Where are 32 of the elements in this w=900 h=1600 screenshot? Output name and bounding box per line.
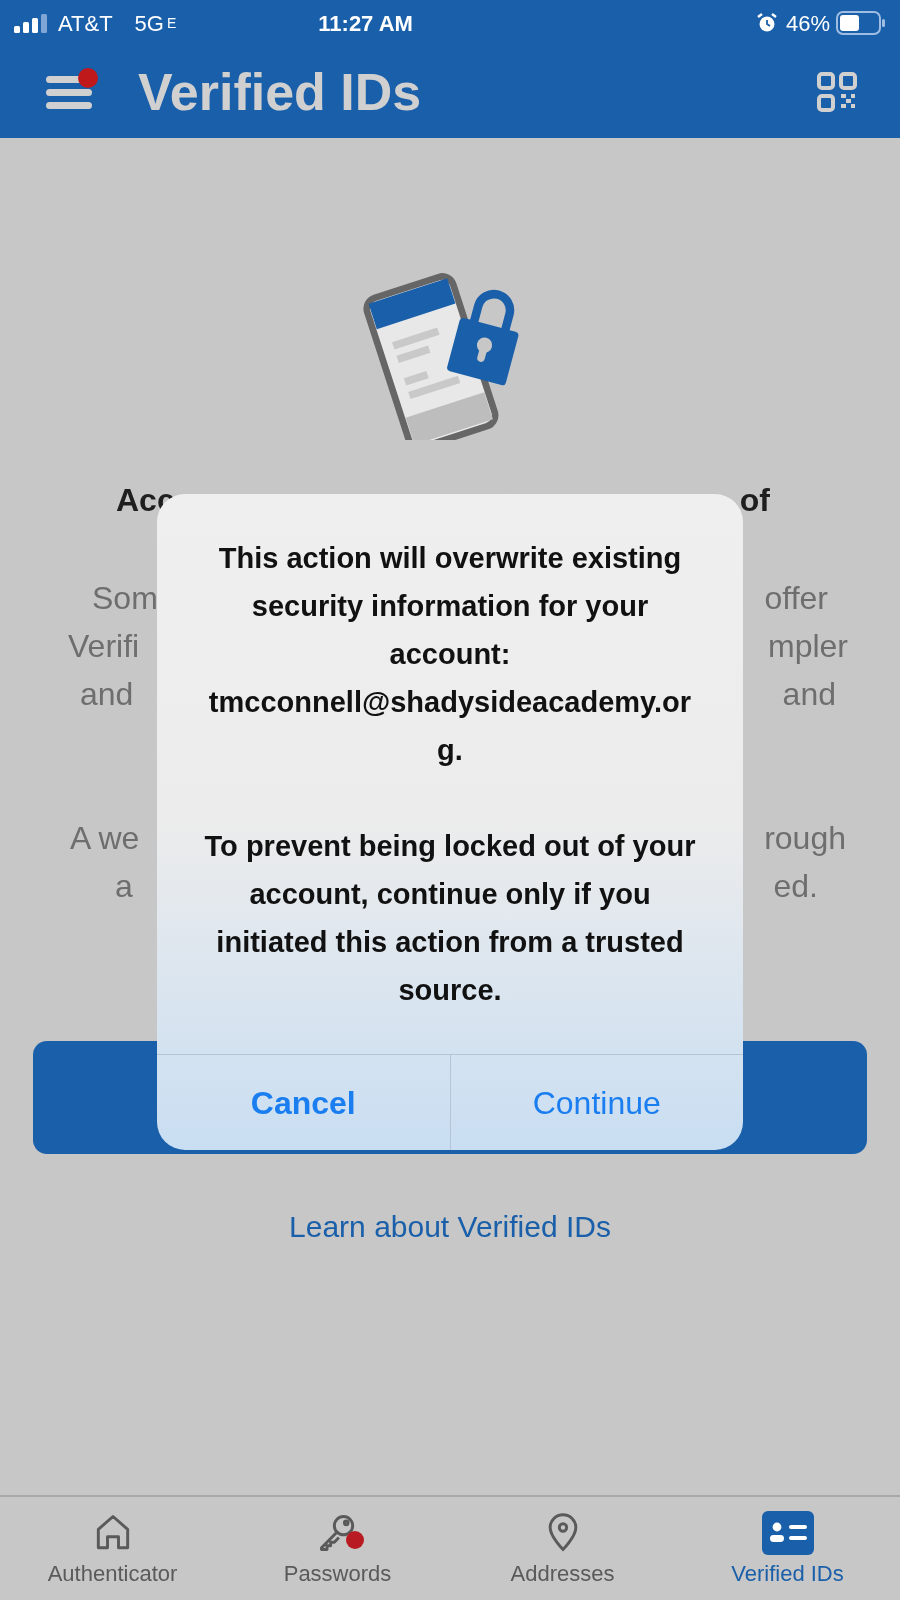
body-text-fragment: ed.	[773, 867, 818, 906]
dialog-button[interactable]: Continue	[449, 1055, 743, 1150]
network-suffix-text: E	[166, 13, 177, 33]
dialog-button[interactable]: Cancel	[157, 1055, 450, 1150]
signal-icon	[14, 13, 50, 33]
dialog-message: This action will overwrite existing security information for your account: tmcconnell@shadysideacademy.org.	[207, 541, 693, 768]
carrier-text: AT&T	[58, 9, 113, 38]
tab-bar-item[interactable]: Passwords	[225, 1497, 450, 1600]
qr-scan-button[interactable]	[816, 71, 858, 113]
body-text-fragment: rough	[764, 819, 846, 858]
body-text-fragment: Verifi	[68, 627, 140, 666]
battery-icon	[836, 11, 886, 35]
id-card-icon	[761, 1511, 814, 1555]
body-text-fragment: mpler	[768, 627, 848, 666]
body-text-fragment: Som	[92, 579, 158, 618]
body-text-fragment: A we	[70, 819, 140, 858]
tab-bar-item[interactable]: Addresses	[450, 1497, 675, 1600]
screen-title: Verified IDs	[138, 62, 422, 123]
tab-bar-item[interactable]: Authenticator	[0, 1497, 225, 1600]
alarm-icon	[755, 12, 778, 34]
heading-fragment: of	[739, 481, 770, 520]
body-text-fragment: offer	[764, 579, 828, 618]
clock-text: 11:27 AM	[318, 9, 413, 38]
body-text-fragment: a	[115, 867, 133, 906]
learn-more-link[interactable]: Learn about Verified IDs	[289, 1204, 611, 1249]
dialog-warning: To prevent being locked out of your account, continue only if you initiated this action from a trusted source.	[203, 829, 697, 1008]
body-text-fragment: and	[782, 675, 836, 714]
body-text-fragment: and	[80, 675, 134, 714]
qr-code-icon	[816, 71, 858, 113]
network-text: 5G	[134, 9, 164, 38]
tab-bar-item[interactable]: Verified IDs	[675, 1497, 900, 1600]
battery-percent-text: 46%	[785, 9, 830, 38]
